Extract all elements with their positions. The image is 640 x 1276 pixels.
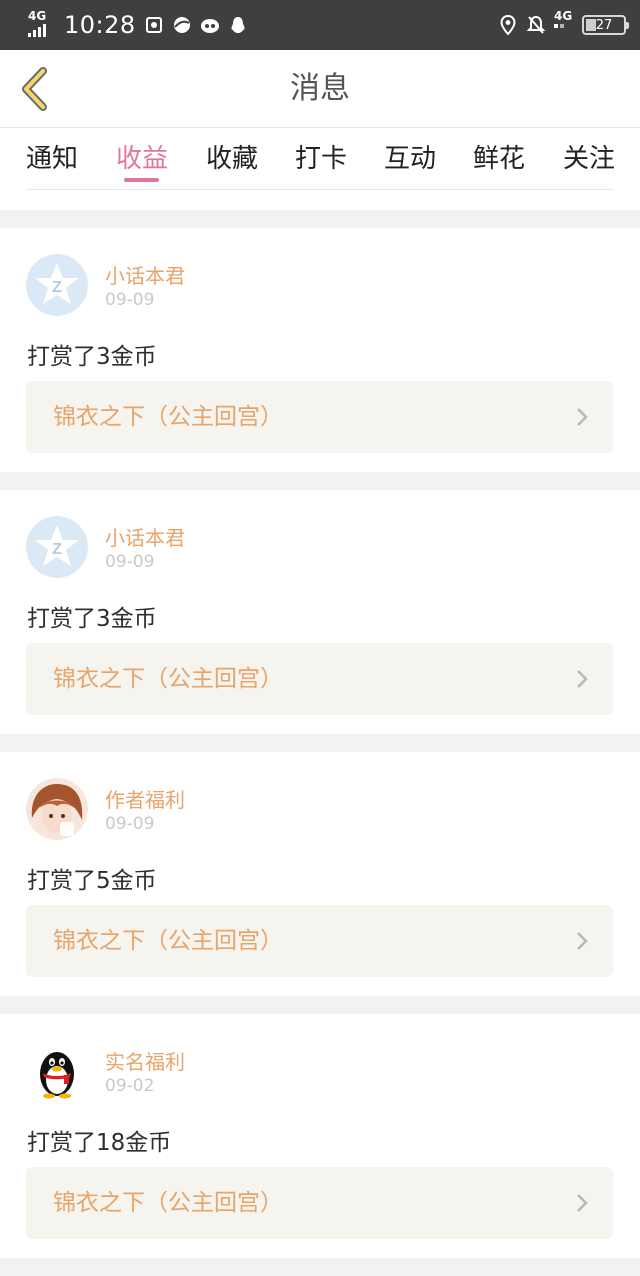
message-card: Z 小话本君 09-09 打赏了3金币 锦衣之下（公主回宫） bbox=[0, 228, 640, 472]
avatar[interactable] bbox=[26, 1040, 88, 1102]
message-date: 09-09 bbox=[105, 814, 155, 834]
tab-bar: 通知 收益 收藏 打卡 互动 鲜花 关注 bbox=[0, 128, 640, 210]
svg-text:Z: Z bbox=[52, 279, 62, 296]
avatar[interactable]: Z bbox=[26, 254, 88, 316]
message-text: 打赏了5金币 bbox=[27, 868, 157, 894]
qzone-star-icon: Z bbox=[26, 516, 88, 578]
status-bar: 4G 10:28 4G 27 bbox=[0, 0, 640, 50]
avatar[interactable]: Z bbox=[26, 516, 88, 578]
avatar[interactable] bbox=[26, 778, 88, 840]
message-date: 09-02 bbox=[105, 1076, 155, 1096]
tab-favorites[interactable]: 收藏 bbox=[206, 138, 258, 178]
mute-bell-icon bbox=[526, 15, 546, 34]
qq-app-icon bbox=[231, 17, 245, 33]
tab-earnings[interactable]: 收益 bbox=[116, 138, 168, 178]
tab-notifications[interactable]: 通知 bbox=[26, 138, 78, 178]
tabs-divider bbox=[26, 189, 614, 190]
location-icon bbox=[500, 15, 516, 35]
battery-icon: 27 bbox=[582, 15, 629, 35]
message-card: Z 小话本君 09-09 打赏了3金币 锦衣之下（公主回宫） bbox=[0, 490, 640, 734]
username[interactable]: 小话本君 bbox=[105, 260, 185, 289]
qzone-star-icon: Z bbox=[26, 254, 88, 316]
chevron-right-icon bbox=[577, 1194, 588, 1212]
page-title: 消息 bbox=[290, 71, 350, 106]
book-title: 锦衣之下（公主回宫） bbox=[53, 404, 283, 430]
book-link[interactable]: 锦衣之下（公主回宫） bbox=[26, 905, 613, 977]
message-text: 打赏了3金币 bbox=[27, 606, 157, 632]
message-text: 打赏了18金币 bbox=[27, 1130, 172, 1156]
tab-follow[interactable]: 关注 bbox=[563, 138, 615, 178]
tab-flowers[interactable]: 鲜花 bbox=[473, 138, 525, 178]
chevron-right-icon bbox=[577, 670, 588, 688]
browser-app-icon bbox=[173, 17, 190, 33]
status-time: 10:28 bbox=[64, 11, 136, 39]
qq-penguin-icon bbox=[26, 1040, 88, 1102]
message-date: 09-09 bbox=[105, 290, 155, 310]
network-type: 4G bbox=[28, 9, 47, 23]
username[interactable]: 实名福利 bbox=[105, 1046, 185, 1075]
message-date: 09-09 bbox=[105, 552, 155, 572]
book-link[interactable]: 锦衣之下（公主回宫） bbox=[26, 643, 613, 715]
tab-interaction[interactable]: 互动 bbox=[384, 138, 436, 178]
message-text: 打赏了3金币 bbox=[27, 344, 157, 370]
cat-app-icon bbox=[200, 19, 219, 33]
username[interactable]: 小话本君 bbox=[105, 522, 185, 551]
book-title: 锦衣之下（公主回宫） bbox=[53, 666, 283, 692]
message-card: 实名福利 09-02 打赏了18金币 锦衣之下（公主回宫） bbox=[0, 1014, 640, 1258]
anime-girl-icon bbox=[26, 778, 88, 840]
book-title: 锦衣之下（公主回宫） bbox=[53, 1190, 283, 1216]
notification-app-icon bbox=[145, 17, 162, 33]
tab-checkin[interactable]: 打卡 bbox=[295, 138, 347, 178]
username[interactable]: 作者福利 bbox=[105, 784, 185, 813]
book-link[interactable]: 锦衣之下（公主回宫） bbox=[26, 1167, 613, 1239]
active-tab-indicator bbox=[124, 178, 159, 182]
network-type-2: 4G bbox=[554, 9, 573, 23]
svg-text:Z: Z bbox=[52, 541, 62, 558]
battery-level: 27 bbox=[595, 17, 613, 33]
signal-icon-2: 4G bbox=[554, 10, 574, 40]
header-bar: 消息 bbox=[0, 50, 640, 128]
signal-icon: 4G bbox=[28, 10, 52, 40]
book-title: 锦衣之下（公主回宫） bbox=[53, 928, 283, 954]
message-card: 作者福利 09-09 打赏了5金币 锦衣之下（公主回宫） bbox=[0, 752, 640, 996]
chevron-right-icon bbox=[577, 932, 588, 950]
book-link[interactable]: 锦衣之下（公主回宫） bbox=[26, 381, 613, 453]
chevron-right-icon bbox=[577, 408, 588, 426]
